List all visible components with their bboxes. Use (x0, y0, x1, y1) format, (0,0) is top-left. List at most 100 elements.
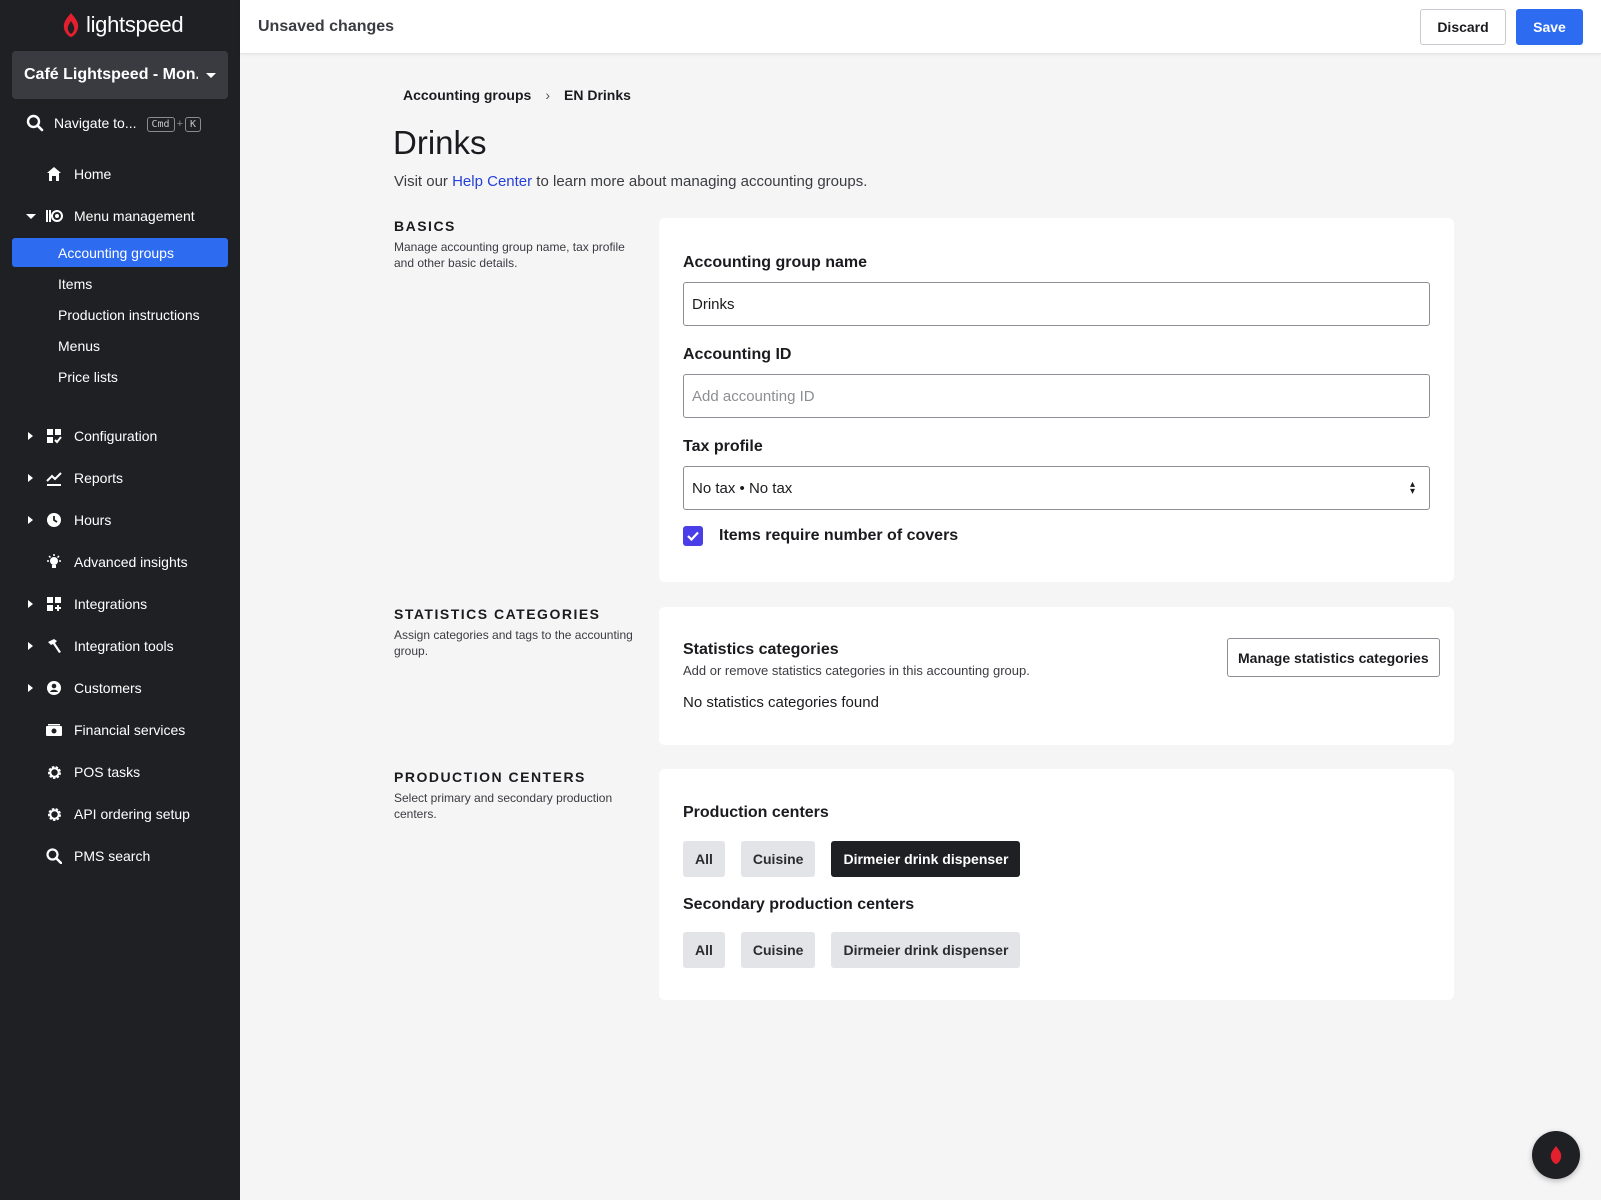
top-bar: Unsaved changes Discard Save (240, 0, 1601, 54)
save-button[interactable]: Save (1516, 9, 1583, 45)
intro-text-after: to learn more about managing accounting … (532, 173, 868, 190)
secondary-chip-all[interactable]: All (683, 932, 725, 968)
sidebar-item-customers[interactable]: Customers (0, 672, 240, 704)
sidebar-item-label: Menu management (74, 208, 195, 224)
secondary-chip-cuisine[interactable]: Cuisine (740, 932, 816, 968)
statistics-title: Statistics categories (683, 641, 839, 658)
menu-management-icon (45, 207, 63, 225)
chevron-right-icon (28, 642, 33, 650)
basics-heading: BASICS (394, 218, 456, 234)
navigate-search[interactable]: Navigate to... Cmd + K (26, 114, 202, 132)
lightbulb-icon (45, 553, 63, 571)
covers-checkbox[interactable] (683, 526, 703, 546)
integrations-icon (45, 595, 63, 613)
tax-profile-label: Tax profile (683, 438, 763, 455)
sidebar-subitem-price-lists[interactable]: Price lists (12, 362, 228, 391)
production-heading: PRODUCTION CENTERS (394, 769, 586, 785)
covers-checkbox-label: Items require number of covers (719, 527, 959, 544)
sidebar-item-advanced-insights[interactable]: Advanced insights (0, 546, 240, 578)
sidebar-item-label: Integrations (74, 596, 148, 612)
sidebar-subitem-accounting-groups[interactable]: Accounting groups (12, 238, 228, 267)
lightspeed-logo[interactable]: lightspeed (62, 12, 184, 38)
sidebar-subitem-menus[interactable]: Menus (12, 331, 228, 360)
sidebar-subitem-production-instructions[interactable]: Production instructions (12, 300, 228, 329)
navigate-label: Navigate to... (54, 115, 137, 131)
sidebar-item-label: Configuration (74, 428, 158, 444)
sidebar-item-label: Advanced insights (74, 554, 188, 570)
chevron-down-icon (206, 72, 216, 78)
sidebar-item-reports[interactable]: Reports (0, 462, 240, 494)
secondary-chip-dirmeier[interactable]: Dirmeier drink dispenser (831, 932, 1021, 968)
search-icon (45, 847, 63, 865)
sidebar-item-api-ordering-setup[interactable]: API ordering setup (0, 798, 240, 830)
production-centers-chips: All Cuisine Dirmeier drink dispenser (683, 841, 1021, 877)
shortcut-plus: + (176, 118, 183, 130)
sidebar-item-label: Reports (74, 470, 124, 486)
venue-name: Café Lightspeed - Mon... (24, 66, 198, 83)
sidebar-item-integrations[interactable]: Integrations (0, 588, 240, 620)
basics-card: Accounting group name Accounting ID Tax … (659, 218, 1454, 582)
gear-icon (45, 763, 63, 781)
chevron-right-icon (28, 600, 33, 608)
sidebar-item-menu-management[interactable]: Menu management (0, 200, 240, 232)
sidebar-subitem-items[interactable]: Items (12, 269, 228, 298)
checkmark-icon (687, 531, 699, 542)
production-chip-dirmeier[interactable]: Dirmeier drink dispenser (831, 841, 1021, 877)
sidebar-item-label: PMS search (74, 848, 151, 864)
flame-icon (1550, 1146, 1562, 1164)
accounting-id-label: Accounting ID (683, 346, 792, 363)
unsaved-changes-label: Unsaved changes (258, 18, 395, 35)
customer-icon (45, 679, 63, 697)
shortcut-cmd-key: Cmd (146, 117, 175, 132)
sidebar-item-label: Customers (74, 680, 142, 696)
accounting-group-name-input[interactable] (683, 282, 1430, 326)
discard-button[interactable]: Discard (1420, 9, 1506, 45)
statistics-subtitle: Add or remove statistics categories in t… (683, 663, 1030, 678)
breadcrumb-current: EN Drinks (564, 87, 631, 103)
chevron-right-icon (28, 684, 33, 692)
sidebar-item-label: Home (74, 166, 112, 182)
production-card: Production centers All Cuisine Dirmeier … (659, 769, 1454, 1000)
flame-icon (63, 13, 79, 37)
breadcrumb-parent-link[interactable]: Accounting groups (403, 87, 531, 103)
help-center-link[interactable]: Help Center (452, 173, 532, 190)
financial-icon (45, 721, 63, 739)
sidebar-item-pms-search[interactable]: PMS search (0, 840, 240, 872)
help-chat-button[interactable] (1532, 1131, 1580, 1179)
chevron-down-icon (26, 213, 36, 219)
logo-text: lightspeed (86, 12, 184, 37)
production-chip-all[interactable]: All (683, 841, 725, 877)
manage-statistics-categories-button[interactable]: Manage statistics categories (1227, 638, 1440, 677)
venue-selector[interactable]: Café Lightspeed - Mon... (12, 51, 228, 99)
configuration-icon (45, 427, 63, 445)
sidebar-item-label: API ordering setup (74, 806, 190, 822)
tax-profile-select[interactable]: No tax • No tax ▴ ▾ (683, 466, 1430, 510)
production-description: Select primary and secondary production … (394, 791, 613, 821)
statistics-empty-text: No statistics categories found (683, 694, 879, 711)
home-icon (45, 165, 63, 183)
chevron-right-icon (28, 474, 33, 482)
covers-checkbox-row[interactable]: Items require number of covers (683, 526, 958, 546)
gear-icon (45, 805, 63, 823)
sidebar-item-configuration[interactable]: Configuration (0, 420, 240, 452)
secondary-production-centers-chips: All Cuisine Dirmeier drink dispenser (683, 932, 1021, 968)
basics-description: Manage accounting group name, tax profil… (394, 240, 625, 270)
accounting-id-input[interactable] (683, 374, 1430, 418)
select-arrows-icon: ▴ ▾ (1409, 479, 1415, 497)
search-icon (26, 114, 44, 132)
sidebar-item-hours[interactable]: Hours (0, 504, 240, 536)
production-centers-label: Production centers (683, 804, 829, 821)
sidebar-item-label: Integration tools (74, 638, 174, 654)
sidebar: lightspeed Café Lightspeed - Mon... Navi… (0, 0, 240, 1200)
chevron-right-icon (28, 432, 33, 440)
sidebar-item-pos-tasks[interactable]: POS tasks (0, 756, 240, 788)
hammer-icon (45, 637, 63, 655)
sidebar-item-label: POS tasks (74, 764, 141, 780)
sidebar-item-financial-services[interactable]: Financial services (0, 714, 240, 746)
production-chip-cuisine[interactable]: Cuisine (740, 841, 816, 877)
chevron-right-icon (28, 516, 33, 524)
sidebar-item-home[interactable]: Home (0, 158, 240, 190)
sidebar-item-integration-tools[interactable]: Integration tools (0, 630, 240, 662)
intro-text-before: Visit our (394, 173, 453, 190)
tax-profile-value: No tax • No tax (692, 479, 793, 497)
